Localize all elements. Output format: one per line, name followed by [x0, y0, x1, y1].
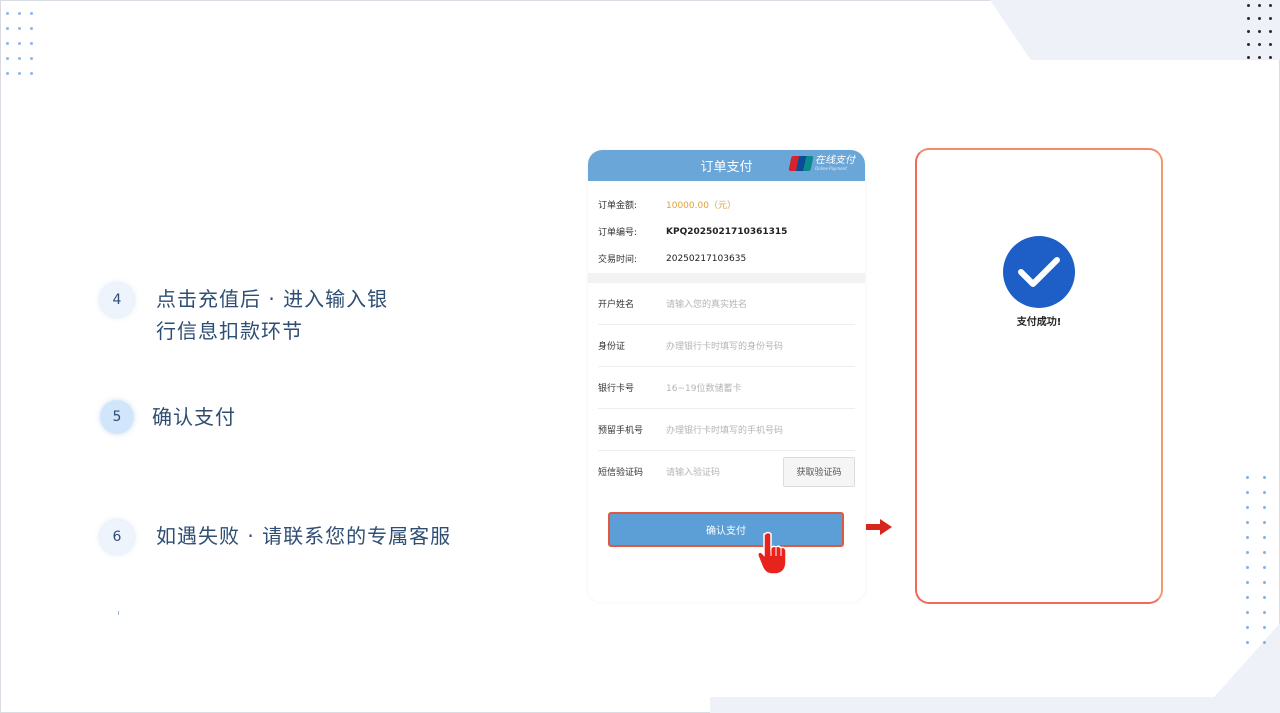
unionpay-brand: 在线支付 [815, 155, 855, 166]
checkmark-icon [1018, 257, 1060, 287]
decor-corner-top-right [990, 0, 1280, 60]
step-text: 确认支付 [152, 405, 236, 429]
order-amount-row: 订单金额: 10000.00（元） [598, 191, 855, 218]
success-message: 支付成功! [1016, 317, 1062, 328]
unionpay-logo: 在线支付 Online Payment [788, 155, 855, 171]
trade-time-row: 交易时间: 20250217103635 [598, 245, 855, 272]
check-circle-icon [1003, 236, 1075, 308]
order-amount-label: 订单金额: [598, 201, 638, 211]
field-label: 银行卡号 [598, 384, 635, 394]
form-row-phone: 预留手机号 办理银行卡时填写的手机号码 [598, 409, 855, 451]
field-label: 预留手机号 [598, 426, 644, 436]
step-5: 5 确认支付 [100, 400, 236, 434]
decor-dots-top-left [6, 12, 33, 75]
payment-success-panel: 支付成功! [915, 148, 1163, 604]
order-number-label: 订单编号: [598, 228, 638, 238]
step-text-line: 点击充值后 · 进入输入银 [156, 287, 389, 311]
unionpay-sub: Online Payment [815, 166, 847, 171]
step-6: 6 如遇失败 · 请联系您的专属客服 [100, 520, 451, 554]
step-4: 4 点击充值后 · 进入输入银 行信息扣款环节 [100, 283, 388, 347]
trade-time-label: 交易时间: [598, 255, 638, 265]
payment-form-panel: 订单支付 在线支付 Online Payment 订单金额: 10000.00（… [588, 150, 865, 602]
get-code-button[interactable]: 获取验证码 [783, 456, 855, 487]
order-info: 订单金额: 10000.00（元） 订单编号: KPQ2025021710361… [588, 181, 865, 269]
confirm-pay-button[interactable]: 确认支付 [608, 512, 844, 547]
phone-input[interactable]: 办理银行卡时填写的手机号码 [666, 423, 855, 436]
field-label: 短信验证码 [598, 468, 644, 478]
payment-header: 订单支付 在线支付 Online Payment [588, 150, 865, 181]
step-number: 6 [100, 520, 134, 554]
order-number-value: KPQ2025021710361315 [666, 226, 788, 237]
section-divider [588, 273, 865, 283]
id-number-input[interactable]: 办理银行卡时填写的身份号码 [666, 339, 855, 352]
card-number-input[interactable]: 16~19位数储蓄卡 [666, 381, 855, 394]
step-text-line: 行信息扣款环节 [156, 319, 303, 343]
step-text: 如遇失败 · 请联系您的专属客服 [156, 524, 452, 548]
order-number-row: 订单编号: KPQ2025021710361315 [598, 218, 855, 245]
sms-code-input[interactable]: 请输入验证码 [666, 465, 783, 478]
decor-mark [118, 611, 119, 615]
payment-title: 订单支付 [700, 160, 753, 175]
decor-dots-top-right [1247, 4, 1272, 59]
order-amount-value: 10000.00（元） [666, 201, 736, 211]
trade-time-value: 20250217103635 [666, 253, 747, 264]
unionpay-icon [788, 156, 814, 171]
hand-pointer-icon [757, 531, 787, 574]
step-text: 点击充值后 · 进入输入银 行信息扣款环节 [156, 283, 388, 347]
form-row-sms: 短信验证码 请输入验证码 获取验证码 [598, 451, 855, 492]
field-label: 身份证 [598, 342, 626, 352]
decor-dots-right [1246, 476, 1266, 644]
field-label: 开户姓名 [598, 300, 635, 310]
arrow-right-icon [866, 519, 892, 535]
form-row-name: 开户姓名 请输入您的真实姓名 [598, 283, 855, 325]
account-name-input[interactable]: 请输入您的真实姓名 [666, 297, 855, 310]
step-number: 4 [100, 283, 134, 317]
form-row-id: 身份证 办理银行卡时填写的身份号码 [598, 325, 855, 367]
decor-bottom-band [710, 697, 1280, 713]
step-number: 5 [100, 400, 134, 434]
form-row-card: 银行卡号 16~19位数储蓄卡 [598, 367, 855, 409]
